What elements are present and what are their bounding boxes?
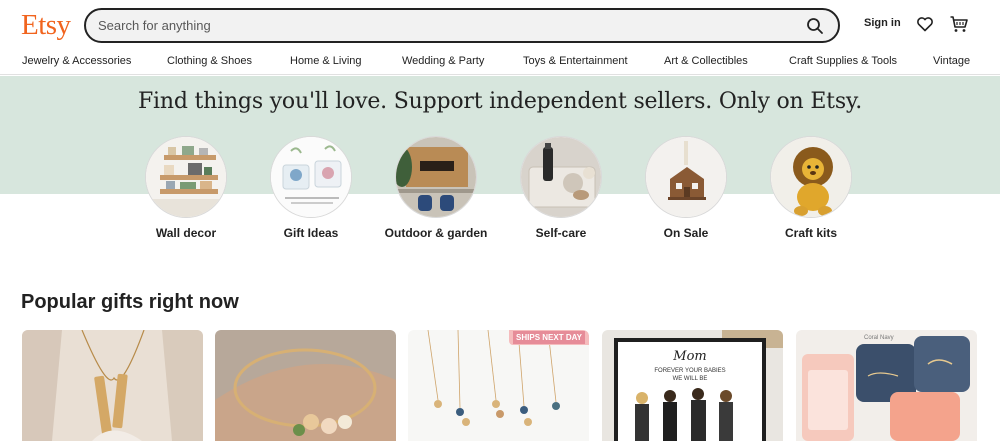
product-card[interactable]: SHIPS NEXT DAY — [408, 330, 589, 441]
print-title-text: Mom — [672, 349, 706, 364]
box-label-text: Coral Navy — [864, 335, 894, 341]
cart-icon[interactable] — [949, 14, 969, 34]
outdoor-garden-image[interactable] — [395, 136, 477, 218]
birthstone-necklaces-image[interactable] — [408, 330, 589, 441]
etsy-logo[interactable]: Etsy — [21, 9, 71, 42]
search-input[interactable]: Search for anything — [98, 18, 211, 33]
circle-craft-kits[interactable]: Craft kits — [756, 136, 866, 240]
category-clothing[interactable]: Clothing & Shoes — [167, 55, 252, 67]
category-art[interactable]: Art & Collectibles — [664, 55, 748, 67]
mom-family-print-image[interactable]: Mom FOREVER YOUR BABIES WE WILL BE — [602, 330, 783, 441]
circle-label: Outdoor & garden — [384, 226, 488, 240]
category-toys[interactable]: Toys & Entertainment — [523, 55, 628, 67]
product-card[interactable]: Mom FOREVER YOUR BABIES WE WILL BE — [602, 330, 783, 441]
circle-label: On Sale — [663, 226, 709, 240]
top-header: Etsy Search for anything Sign in — [0, 0, 1000, 50]
self-care-image[interactable] — [520, 136, 602, 218]
gift-ideas-image[interactable] — [270, 136, 352, 218]
category-home[interactable]: Home & Living — [290, 55, 362, 67]
category-vintage[interactable]: Vintage — [933, 55, 970, 67]
category-nav: Jewelry & Accessories Clothing & Shoes H… — [0, 50, 1000, 75]
section-title-popular-gifts: Popular gifts right now — [21, 291, 239, 313]
jewelry-boxes-image[interactable]: Coral Navy — [796, 330, 977, 441]
circle-wall-decor[interactable]: Wall decor — [131, 136, 241, 240]
circle-outdoor-garden[interactable]: Outdoor & garden — [381, 136, 491, 240]
circle-self-care[interactable]: Self-care — [506, 136, 616, 240]
category-jewelry[interactable]: Jewelry & Accessories — [22, 55, 131, 67]
circle-on-sale[interactable]: On Sale — [631, 136, 741, 240]
search-bar[interactable]: Search for anything — [84, 8, 840, 43]
hero-title: Find things you'll love. Support indepen… — [137, 89, 863, 114]
sign-in-link[interactable]: Sign in — [864, 17, 901, 29]
print-caption-2: WE WILL BE — [673, 376, 708, 382]
search-icon[interactable] — [806, 17, 824, 35]
wall-decor-image[interactable] — [145, 136, 227, 218]
circle-gift-ideas[interactable]: Gift Ideas — [256, 136, 366, 240]
category-wedding[interactable]: Wedding & Party — [402, 55, 484, 67]
circle-label: Gift Ideas — [283, 226, 339, 240]
product-card[interactable] — [22, 330, 203, 441]
initial-bracelet-image[interactable] — [215, 330, 396, 441]
print-caption-1: FOREVER YOUR BABIES — [654, 368, 725, 374]
favorites-heart-icon[interactable] — [916, 15, 934, 33]
product-card[interactable]: Coral Navy — [796, 330, 977, 441]
circle-label: Wall decor — [155, 226, 217, 240]
ships-next-day-badge: SHIPS NEXT DAY — [509, 330, 589, 345]
circle-label: Craft kits — [784, 226, 837, 240]
product-card[interactable] — [215, 330, 396, 441]
on-sale-image[interactable] — [645, 136, 727, 218]
bar-necklace-image[interactable] — [22, 330, 203, 441]
circle-label: Self-care — [535, 226, 587, 240]
category-craft-supplies[interactable]: Craft Supplies & Tools — [789, 55, 897, 67]
craft-kits-image[interactable] — [770, 136, 852, 218]
